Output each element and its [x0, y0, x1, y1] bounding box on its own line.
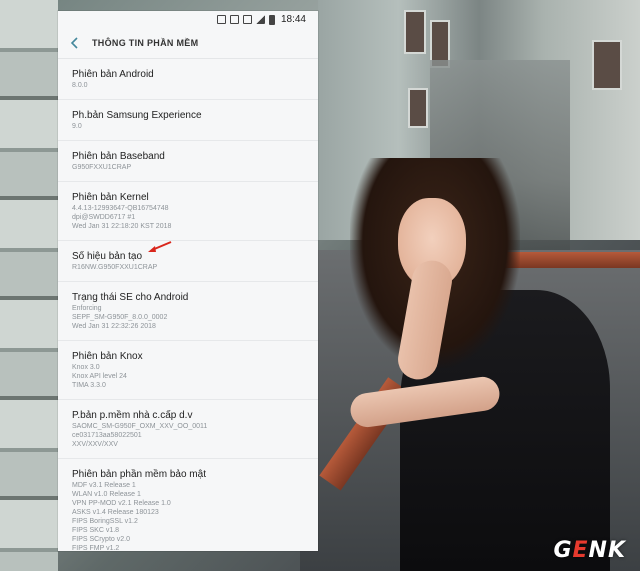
list-item-carrier-software[interactable]: P.bản p.mềm nhà c.cấp d.v SAOMC_SM-G950F… [58, 400, 318, 459]
back-button[interactable] [58, 37, 92, 49]
list-item-knox-version[interactable]: Phiên bản Knox Knox 3.0 Knox API level 2… [58, 341, 318, 400]
app-bar: THÔNG TIN PHẦN MỀM [58, 28, 318, 59]
item-value: SAOMC_SM-G950F_OXM_XXV_OO_0011 ce031713a… [72, 423, 208, 448]
annotation-arrow-icon [148, 241, 172, 252]
building-window [592, 40, 622, 90]
building-left [0, 0, 58, 571]
list-item-samsung-experience[interactable]: Ph.bản Samsung Experience 9.0 [58, 100, 318, 141]
item-title: Phiên bản Knox [72, 351, 143, 362]
item-title: Ph.bản Samsung Experience [72, 110, 202, 121]
list-item-baseband[interactable]: Phiên bản Baseband G950FXXU1CRAP [58, 141, 318, 182]
item-title: Phiên bản phần mềm bảo mật [72, 469, 206, 480]
status-bar: 18:44 [58, 11, 318, 28]
notification-icon [216, 15, 226, 24]
list-item-security-software[interactable]: Phiên bản phần mềm bảo mật MDF v3.1 Rele… [58, 459, 318, 551]
software-info-list: Phiên bản Android 8.0.0 Ph.bản Samsung E… [58, 59, 318, 551]
building-window [404, 10, 426, 54]
item-title: Phiên bản Android [72, 69, 154, 80]
building-window [408, 88, 428, 128]
list-item-se-status[interactable]: Trạng thái SE cho Android Enforcing SEPF… [58, 282, 318, 341]
phone-screen: 18:44 THÔNG TIN PHẦN MỀM Phiên bản Andro… [58, 11, 318, 551]
item-value: G950FXXU1CRAP [72, 164, 132, 171]
image-icon [242, 15, 252, 24]
item-value: 8.0.0 [72, 82, 88, 89]
item-value: 4.4.13-12993647-QB16754748 dpi@SWDD6717 … [72, 205, 172, 230]
list-item-build-number[interactable]: Số hiệu bản tạo R16NW.G950FXXU1CRAP [58, 241, 318, 282]
list-item-android-version[interactable]: Phiên bản Android 8.0.0 [58, 59, 318, 100]
item-value: R16NW.G950FXXU1CRAP [72, 264, 158, 271]
mute-icon [229, 15, 239, 24]
back-arrow-icon [70, 37, 78, 49]
watermark-logo: GENK [553, 538, 626, 563]
item-title: Phiên bản Baseband [72, 151, 165, 162]
item-title: Phiên bản Kernel [72, 192, 149, 203]
item-title: P.bản p.mềm nhà c.cấp d.v [72, 410, 193, 421]
item-title: Trạng thái SE cho Android [72, 292, 189, 303]
status-time: 18:44 [280, 14, 306, 25]
item-value: Knox 3.0 Knox API level 24 TIMA 3.3.0 [72, 364, 127, 389]
item-value: MDF v3.1 Release 1 WLAN v1.0 Release 1 V… [72, 482, 171, 551]
item-value: 9.0 [72, 123, 82, 130]
list-item-kernel[interactable]: Phiên bản Kernel 4.4.13-12993647-QB16754… [58, 182, 318, 241]
page-title: THÔNG TIN PHẦN MỀM [92, 38, 199, 48]
item-value: Enforcing SEPF_SM-G950F_8.0.0_0002 Wed J… [72, 305, 168, 330]
signal-icon [255, 15, 265, 24]
battery-icon [268, 14, 275, 25]
item-title: Số hiệu bản tạo [72, 251, 143, 262]
